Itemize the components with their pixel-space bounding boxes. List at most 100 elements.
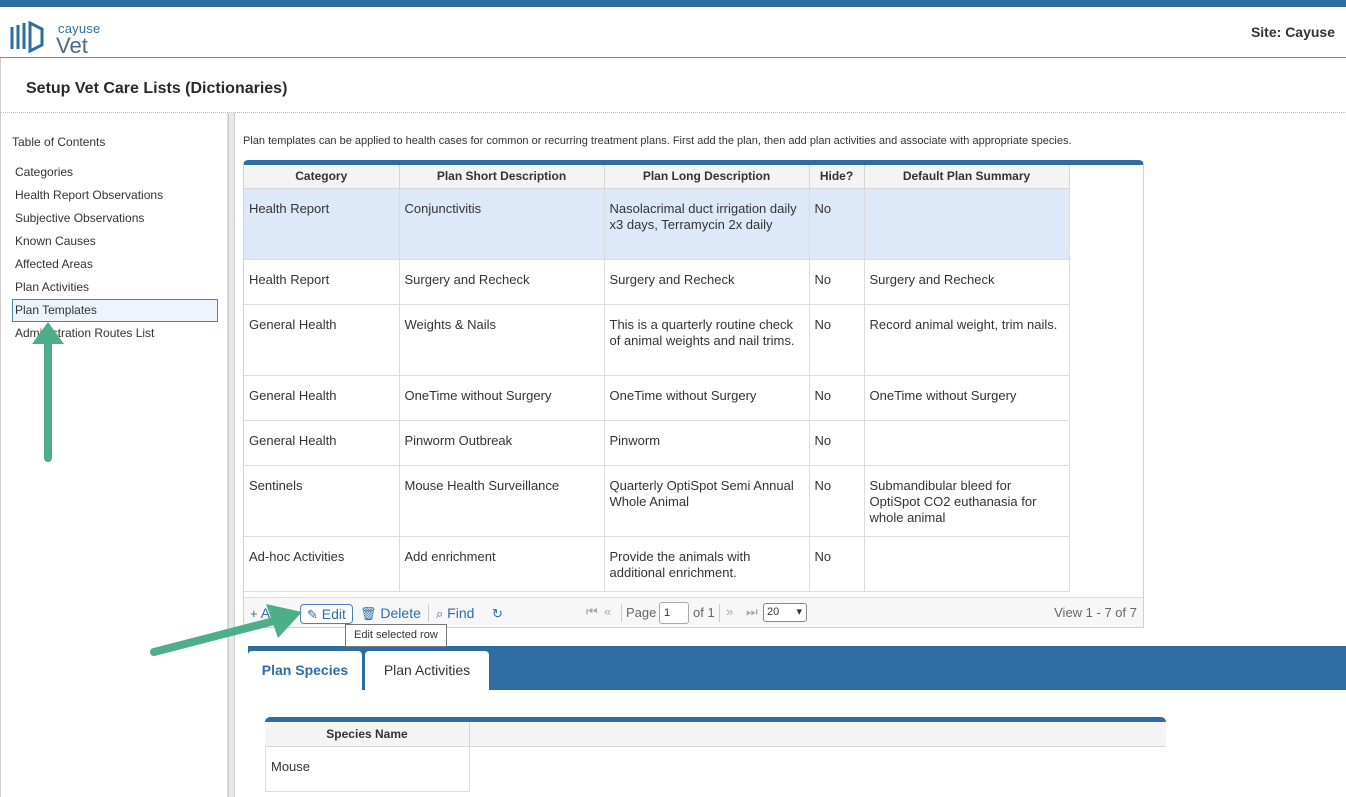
table-cell: OneTime without Surgery: [604, 375, 810, 421]
rows-per-page-select[interactable]: 20 ▾: [763, 603, 807, 622]
table-cell: OneTime without Surgery: [864, 375, 1070, 421]
species-header-row: Species Name: [265, 722, 1166, 747]
table-cell: This is a quarterly routine check of ani…: [604, 304, 810, 376]
sidebar-item-plan-activities[interactable]: Plan Activities: [12, 276, 218, 299]
plus-icon: +: [250, 606, 258, 621]
table-cell: Nasolacrimal duct irrigation daily x3 da…: [604, 188, 810, 260]
pane-splitter[interactable]: [228, 113, 235, 797]
next-page-icon[interactable]: »: [726, 604, 733, 619]
table-row[interactable]: General Health OneTime without Surgery One…: [244, 375, 1070, 421]
top-accent-bar: [0, 0, 1346, 7]
site-label: Site:: [1250, 24, 1282, 40]
table-row[interactable]: Ad-hoc Activities Add enrichment Provide t…: [244, 536, 1070, 592]
sidebar-item-plan-templates[interactable]: Plan Templates: [12, 299, 218, 322]
table-cell: Health Report: [244, 259, 400, 305]
pencil-icon: ✎: [307, 607, 318, 622]
app-window: cayuse Vet Care Site: Cayuse Setup Vet C…: [0, 0, 1346, 797]
edit-tooltip: Edit selected row: [345, 624, 447, 647]
table-header-row: Category Plan Short Description Plan Long …: [244, 165, 1070, 189]
table-row[interactable]: Sentinels Mouse Health Surveillance Quarte…: [244, 465, 1070, 537]
table-cell: Pinworm Outbreak: [399, 420, 605, 466]
delete-button[interactable]: 🗑 Delete: [360, 604, 421, 624]
table-body: Health Report Conjunctivitis Nasolacrimal …: [244, 188, 1070, 592]
refresh-button[interactable]: ↻: [492, 604, 503, 624]
column-header-plan-long-description[interactable]: Plan Long Description: [604, 165, 810, 189]
refresh-icon: ↻: [492, 606, 503, 621]
vet-care-logo-icon: [10, 20, 44, 54]
add-button[interactable]: + Add: [250, 604, 286, 624]
column-header-hide[interactable]: Hide?: [809, 165, 865, 189]
species-name-header[interactable]: Species Name: [265, 722, 470, 747]
table-cell: General Health: [244, 420, 400, 466]
table-cell: Weights & Nails: [399, 304, 605, 376]
table-row[interactable]: General Health Pinworm Outbreak Pinworm No: [244, 420, 1070, 466]
sidebar: Table of Contents Categories Health Repor…: [0, 113, 228, 797]
intro-text: Plan templates can be applied to health …: [243, 135, 1072, 147]
table-cell: No: [809, 375, 865, 421]
table-cell: Add enrichment: [399, 536, 605, 592]
main-content: Plan templates can be applied to health …: [235, 113, 1346, 797]
table-cell: Surgery and Recheck: [864, 259, 1070, 305]
last-page-icon[interactable]: ⏭: [746, 604, 758, 620]
sidebar-item-affected-areas[interactable]: Affected Areas: [12, 253, 218, 276]
logo[interactable]: cayuse Vet Care: [8, 15, 138, 84]
pager-separator: [428, 604, 429, 622]
table-cell: Sentinels: [244, 465, 400, 537]
table-cell: Surgery and Recheck: [604, 259, 810, 305]
table-row[interactable]: Mouse: [265, 747, 470, 792]
table-cell: General Health: [244, 304, 400, 376]
table-cell: [864, 420, 1070, 466]
table-row[interactable]: Health Report Conjunctivitis Nasolacrimal …: [244, 188, 1070, 260]
site-value: Cayuse: [1285, 24, 1335, 40]
table-cell: Conjunctivitis: [399, 188, 605, 260]
table-cell: No: [809, 259, 865, 305]
sidebar-item-categories[interactable]: Categories: [12, 161, 218, 184]
table-cell: Record animal weight, trim nails.: [864, 304, 1070, 376]
column-header-plan-short-description[interactable]: Plan Short Description: [399, 165, 605, 189]
site-indicator: Site: Cayuse: [1251, 24, 1335, 40]
toc-list: Categories Health Report Observations Subj…: [12, 161, 218, 345]
table-cell: Quarterly OptiSpot Semi Annual Whole Ani…: [604, 465, 810, 537]
column-header-category[interactable]: Category: [244, 165, 400, 189]
sidebar-item-known-causes[interactable]: Known Causes: [12, 230, 218, 253]
plan-templates-table: Category Plan Short Description Plan Long …: [244, 165, 1070, 592]
table-cell: General Health: [244, 375, 400, 421]
plan-templates-grid: Category Plan Short Description Plan Long …: [243, 160, 1144, 628]
table-cell: Surgery and Recheck: [399, 259, 605, 305]
table-cell: Ad-hoc Activities: [244, 536, 400, 592]
first-page-icon[interactable]: ⏮: [586, 604, 598, 620]
plan-species-grid: Species Name Mouse: [265, 717, 1166, 797]
trash-icon: 🗑: [360, 606, 377, 621]
tab-plan-activities[interactable]: Plan Activities: [365, 651, 489, 690]
view-range: View 1 - 7 of 7: [1054, 605, 1137, 620]
rows-per-page-value: 20: [767, 606, 780, 618]
add-label: Add: [260, 605, 286, 621]
edit-label: Edit: [321, 606, 346, 622]
table-cell: No: [809, 304, 865, 376]
table-cell: No: [809, 536, 865, 592]
table-row[interactable]: General Health Weights & Nails This is a q…: [244, 304, 1070, 376]
table-cell: No: [809, 188, 865, 260]
table-cell: OneTime without Surgery: [399, 375, 605, 421]
sidebar-item-administration-routes-list[interactable]: Administration Routes List: [12, 322, 218, 345]
detail-tabs-bar: Plan Species Plan Activities: [248, 646, 1346, 690]
find-button[interactable]: ⌕ Find: [436, 604, 474, 624]
sidebar-item-subjective-observations[interactable]: Subjective Observations: [12, 207, 218, 230]
table-cell: Submandibular bleed for OptiSpot CO2 eut…: [864, 465, 1070, 537]
tab-plan-species[interactable]: Plan Species: [248, 651, 362, 690]
page-label: Page: [626, 605, 657, 620]
find-label: Find: [447, 605, 475, 621]
table-row[interactable]: Health Report Surgery and Recheck Surgery …: [244, 259, 1070, 305]
edit-button[interactable]: ✎ Edit: [300, 604, 353, 624]
title-bar: Setup Vet Care Lists (Dictionaries): [0, 58, 1346, 113]
sidebar-item-health-report-observations[interactable]: Health Report Observations: [12, 184, 218, 207]
column-header-default-plan-summary[interactable]: Default Plan Summary: [864, 165, 1070, 189]
search-icon: ⌕: [436, 606, 444, 621]
table-cell: Health Report: [244, 188, 400, 260]
pager-separator: [719, 604, 720, 622]
table-cell: Mouse Health Surveillance: [399, 465, 605, 537]
prev-page-icon[interactable]: «: [604, 604, 611, 619]
page-count: of 1: [693, 605, 715, 620]
table-cell: [864, 188, 1070, 260]
page-number-input[interactable]: [659, 602, 689, 624]
